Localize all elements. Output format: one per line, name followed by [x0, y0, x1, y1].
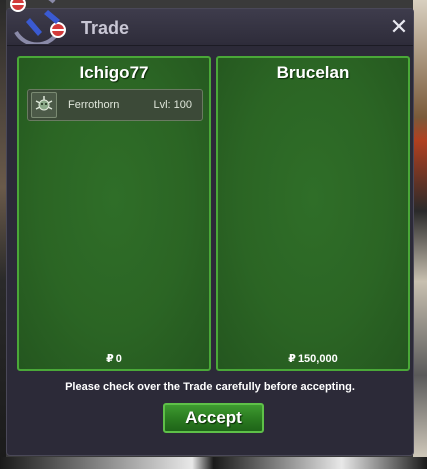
close-button[interactable]: ✕	[389, 16, 409, 38]
ferrothorn-icon	[31, 92, 57, 118]
currency-symbol: ₽	[288, 353, 296, 365]
money-amount: 150,000	[297, 353, 338, 365]
player-name: Ichigo77	[79, 63, 149, 82]
money-offer: ₽0	[19, 352, 209, 365]
pokemon-level: Lvl: 100	[153, 99, 192, 111]
player-name: Brucelan	[276, 63, 350, 82]
game-logo-icon	[2, 0, 72, 47]
trade-panel-self: Ichigo77 Ferrothorn Lvl: 100 ₽0	[17, 56, 211, 371]
pokemon-slot[interactable]: Ferrothorn Lvl: 100	[27, 89, 203, 121]
pokemon-name: Ferrothorn	[68, 99, 120, 111]
accept-button[interactable]: Accept	[163, 403, 264, 433]
background-scene-right	[413, 0, 427, 469]
window-title: Trade	[81, 18, 130, 38]
trade-panel-partner: Brucelan ₽150,000	[216, 56, 410, 371]
money-amount: 0	[115, 353, 122, 365]
background-scene-bottom	[0, 457, 427, 469]
trade-notice: Please check over the Trade carefully be…	[65, 381, 355, 393]
trade-window: Trade ✕ Ichigo77 Ferrothorn Lvl: 100 ₽0 …	[6, 8, 414, 456]
money-offer: ₽150,000	[218, 352, 408, 365]
currency-symbol: ₽	[106, 353, 114, 365]
